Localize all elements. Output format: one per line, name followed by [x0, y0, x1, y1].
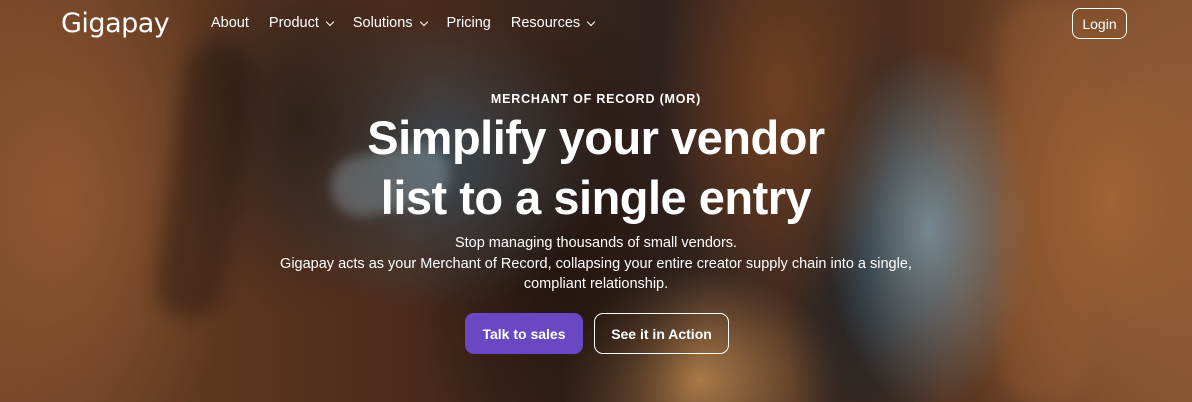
nav-item-pricing[interactable]: Pricing [447, 15, 491, 31]
nav-item-about[interactable]: About [211, 15, 249, 31]
hero-eyebrow: MERCHANT OF RECORD (MOR) [490, 92, 702, 106]
top-navigation: Gigapay About Product Solutions Pricing … [0, 0, 1192, 48]
nav-item-solutions[interactable]: Solutions [352, 15, 428, 31]
chevron-down-icon [586, 17, 596, 26]
nav-item-label: Pricing [446, 15, 491, 31]
hero-subtext-line: Stop managing thousands of small vendors… [454, 235, 738, 251]
login-button[interactable]: Login [1072, 8, 1127, 39]
nav-item-product[interactable]: Product [268, 15, 335, 31]
hero-subtext-line: Gigapay acts as your Merchant of Record,… [280, 255, 912, 272]
hero-subtext-line: compliant relationship. [523, 276, 669, 292]
hero-headline-line: Simplify your vendor [367, 111, 825, 164]
chevron-down-icon [325, 17, 335, 26]
nav-item-label: About [211, 15, 249, 31]
nav-links: About Product Solutions Pricing Resource… [211, 15, 596, 31]
hero-cta-group: Talk to sales See it in Action [465, 313, 729, 354]
gigapay-logo[interactable]: Gigapay [61, 8, 170, 39]
hero-headline: Simplify your vendor list to a single en… [296, 108, 896, 228]
hero-subtext: Stop managing thousands of small vendors… [246, 233, 946, 295]
chevron-down-icon [419, 17, 428, 26]
nav-item-label: Resources [510, 15, 581, 31]
hero-headline-line: list to a single entry [380, 171, 812, 224]
see-it-in-action-button[interactable]: See it in Action [594, 313, 729, 354]
nav-item-label: Product [268, 15, 319, 31]
nav-item-resources[interactable]: Resources [510, 15, 596, 31]
background-blur-streak [150, 36, 260, 324]
background-blur-streak [1000, 0, 1090, 402]
nav-item-label: Solutions [352, 15, 413, 31]
talk-to-sales-button[interactable]: Talk to sales [465, 313, 583, 354]
